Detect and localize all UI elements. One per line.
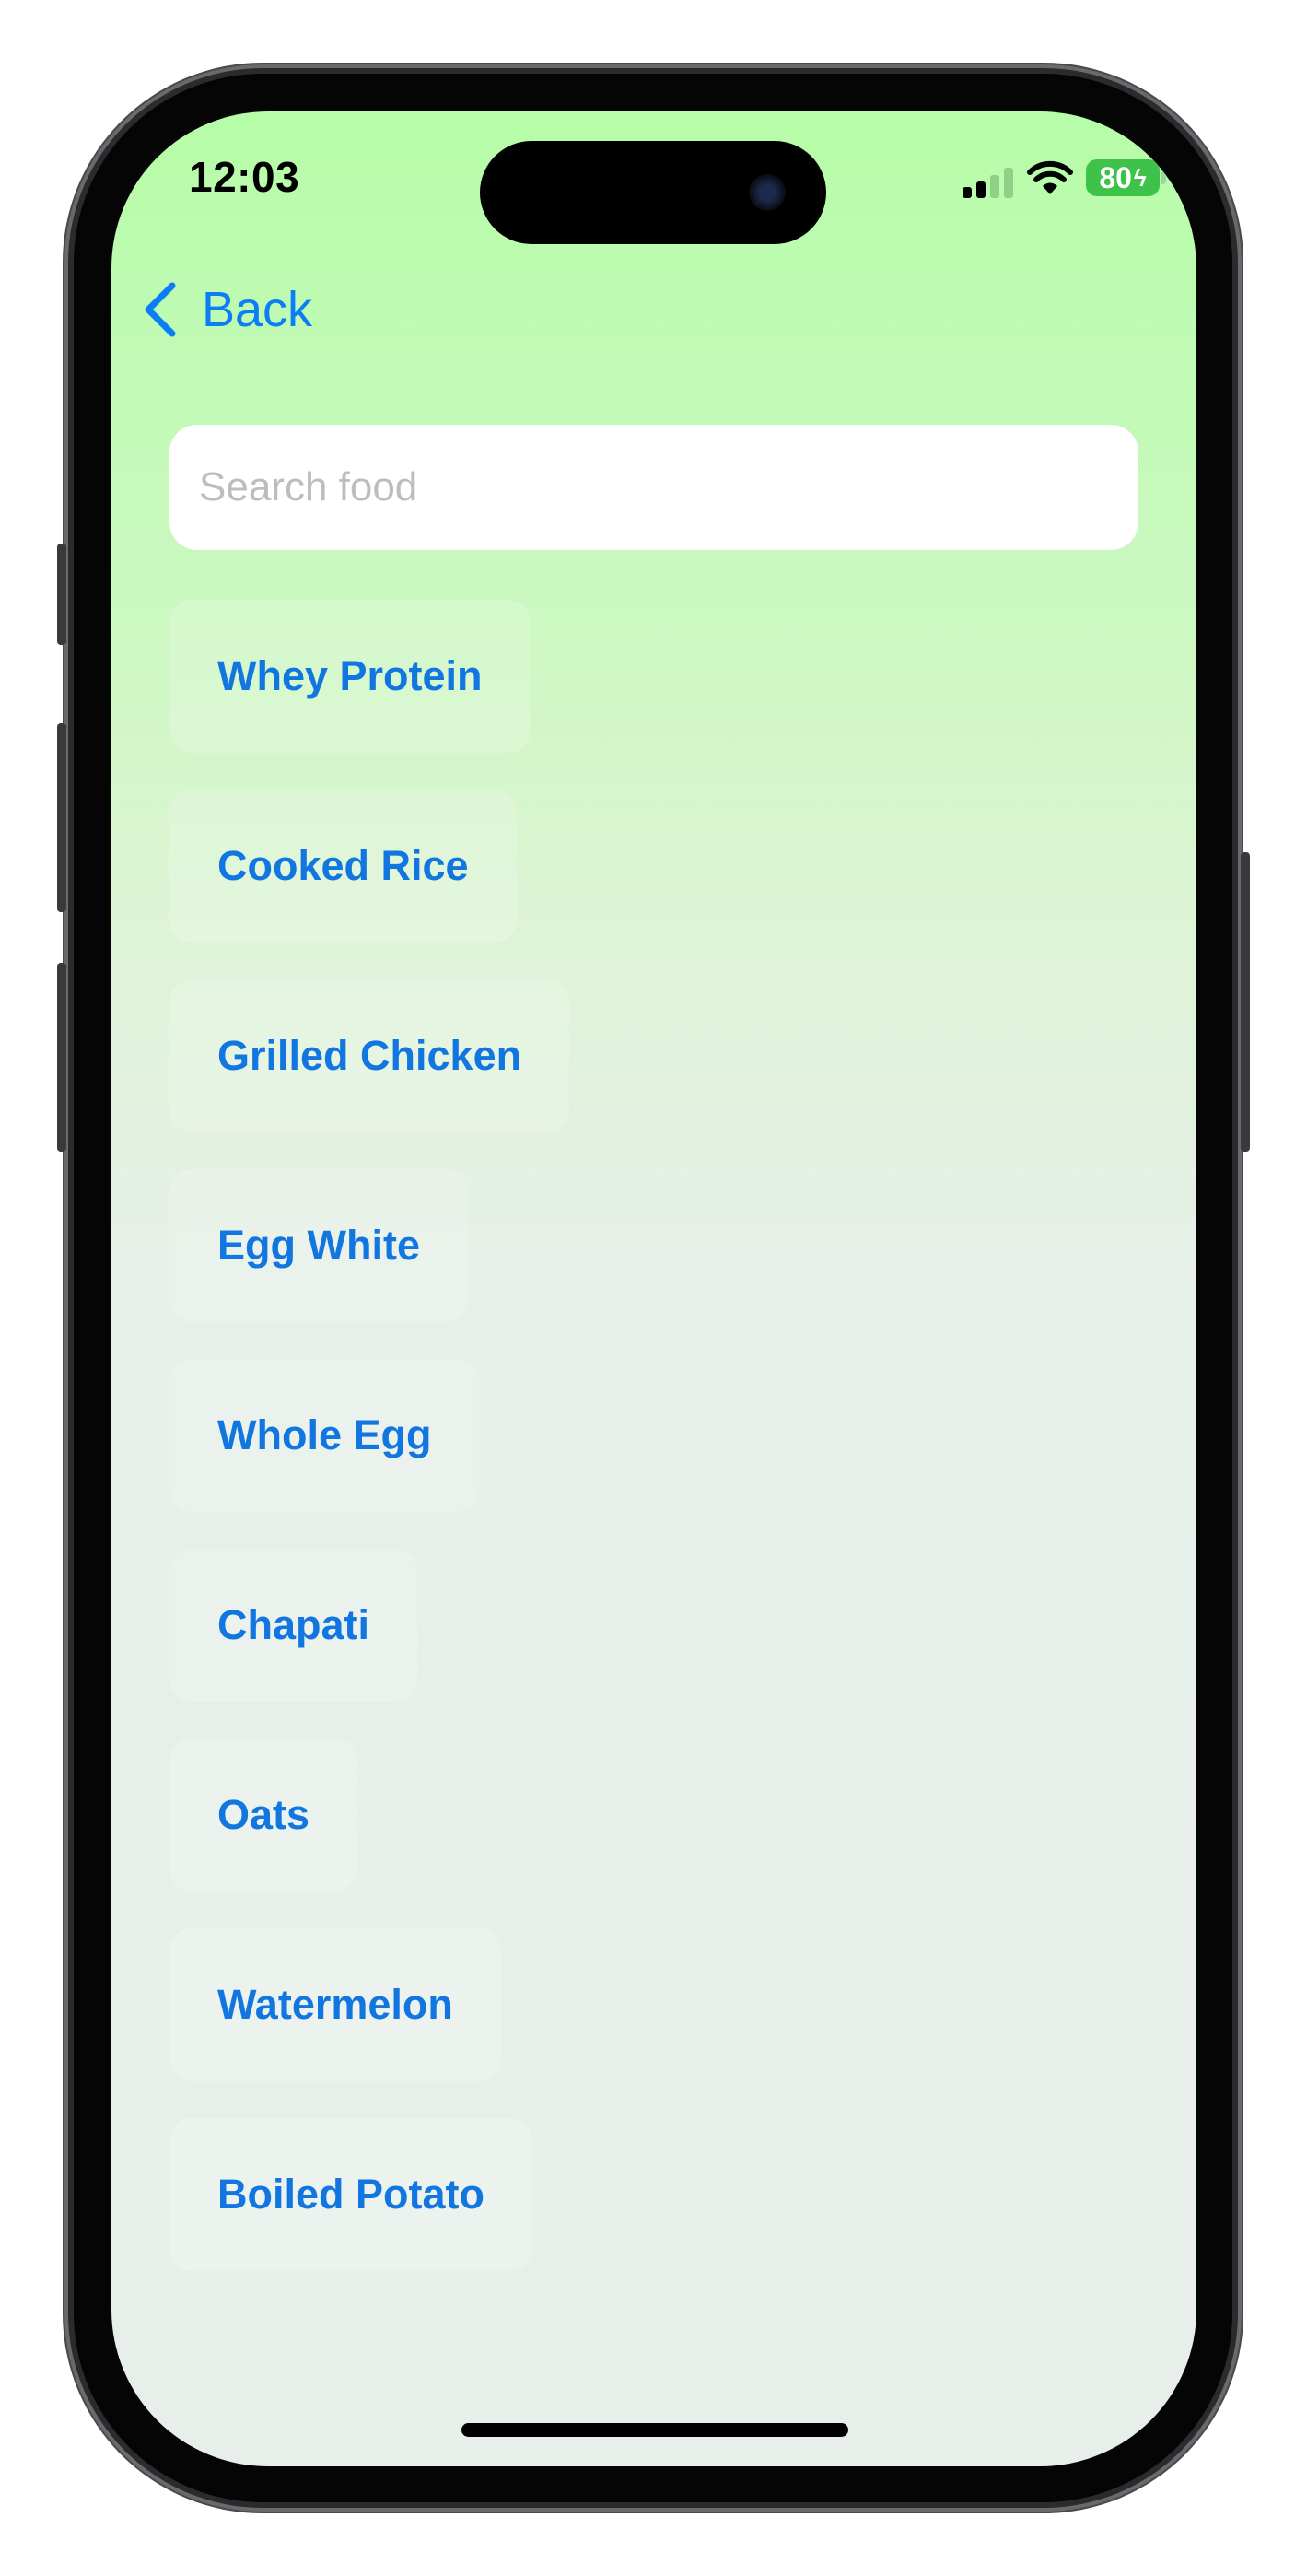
food-item-chapati[interactable]: Chapati [169, 1549, 418, 1702]
food-item-watermelon[interactable]: Watermelon [169, 1928, 501, 2081]
back-label: Back [202, 282, 313, 337]
battery-tip [1161, 171, 1166, 184]
food-item-oats[interactable]: Oats [169, 1739, 358, 1891]
cellular-signal-icon [963, 167, 1014, 198]
status-bar: 12:03 80 ϟ [111, 111, 1196, 250]
food-item-egg-white[interactable]: Egg White [169, 1169, 468, 1322]
app-screen: 12:03 80 ϟ Back Whey Protein C [111, 111, 1196, 2466]
chevron-left-icon [145, 282, 176, 337]
charging-bolt-icon: ϟ [1133, 163, 1147, 192]
action-button [57, 544, 66, 645]
food-item-grilled-chicken[interactable]: Grilled Chicken [169, 979, 570, 1132]
food-item-cooked-rice[interactable]: Cooked Rice [169, 790, 517, 943]
status-time: 12:03 [189, 153, 300, 201]
front-camera-icon [749, 174, 786, 211]
food-list: Whey Protein Cooked Rice Grilled Chicken… [169, 600, 1138, 2308]
dynamic-island [480, 141, 826, 244]
search-field[interactable] [169, 425, 1138, 550]
back-button[interactable]: Back [139, 273, 312, 346]
power-button [1241, 852, 1250, 1152]
battery-icon: 80 ϟ [1086, 159, 1166, 196]
battery-level: 80 [1099, 160, 1132, 194]
volume-down-button [57, 963, 66, 1152]
food-item-whey-protein[interactable]: Whey Protein [169, 600, 531, 753]
home-indicator[interactable] [461, 2423, 848, 2437]
food-item-boiled-potato[interactable]: Boiled Potato [169, 2118, 532, 2271]
wifi-icon [1027, 160, 1073, 194]
volume-up-button [57, 723, 66, 912]
food-item-whole-egg[interactable]: Whole Egg [169, 1359, 480, 1512]
search-input[interactable] [169, 425, 1138, 550]
